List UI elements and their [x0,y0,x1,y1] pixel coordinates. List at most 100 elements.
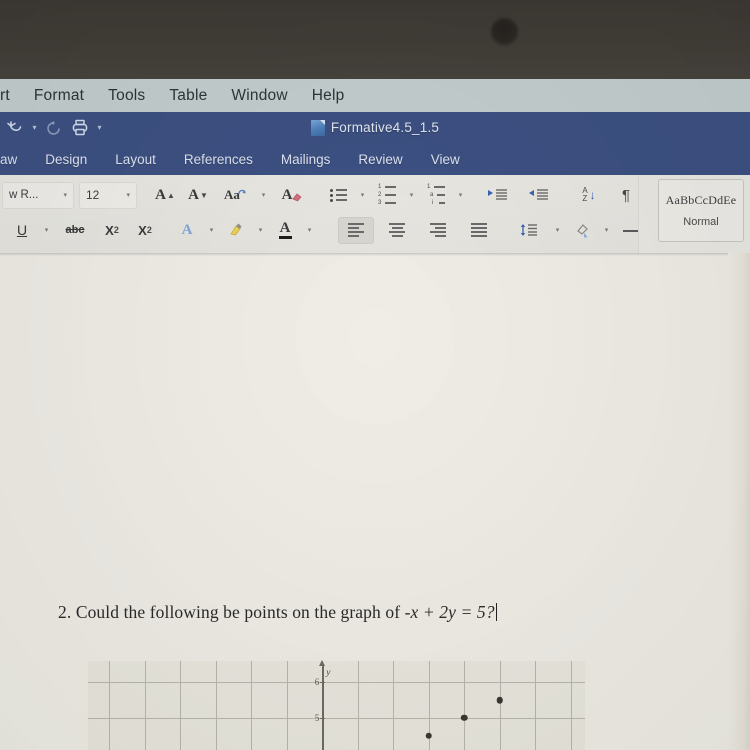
text-cursor [495,603,497,621]
style-normal-button[interactable]: AaBbCcDdEe Normal [658,179,744,242]
tab-mailings[interactable]: Mailings [267,152,345,167]
numbered-list-caret-icon[interactable]: ▾ [406,182,417,209]
grid-line-vertical [357,661,359,750]
highlight-button[interactable] [222,217,250,244]
align-right-button[interactable] [420,217,456,244]
font-name-combobox[interactable]: w R... ▾ [2,181,74,209]
y-axis-label: y [326,668,331,679]
redo-icon[interactable] [41,116,67,140]
decrease-indent-button[interactable] [480,182,516,209]
grid-line-vertical [286,661,288,750]
y-axis-tick-label: 5 [314,712,320,723]
grid-line-vertical [215,661,217,750]
print-icon[interactable] [67,116,93,140]
multilevel-list-caret-icon[interactable]: ▾ [455,182,466,209]
data-point [496,696,504,704]
question-text: Could the following be points on the gra… [75,602,405,622]
underline-label: U [16,222,28,238]
word-document-icon [310,119,325,136]
underline-button[interactable]: U [8,217,36,244]
document-canvas[interactable]: 2. Could the following be points on the … [0,253,750,750]
font-color-button[interactable]: A [271,217,299,244]
shrink-font-label: A [188,186,199,203]
underline-caret-icon[interactable]: ▾ [41,217,52,244]
title-bar: ▾ ▾ Formative4.5_1.5 [0,112,750,143]
grow-font-button[interactable]: A ▲ [151,182,179,209]
strikethrough-button[interactable]: abc [57,217,93,244]
y-axis-tick-label: 6 [314,677,320,688]
style-name-label: Normal [683,216,719,228]
webcam-icon [491,18,518,45]
tab-review[interactable]: Review [344,152,416,167]
data-point [425,732,433,740]
grid-line-vertical [180,661,182,750]
subscript-number: 2 [113,225,119,235]
tab-references[interactable]: References [170,152,267,167]
superscript-number: 2 [146,225,152,235]
grid-line-vertical [109,661,111,750]
font-size-value: 12 [86,188,100,202]
change-case-arrow-icon [238,189,246,194]
line-spacing-caret-icon[interactable]: ▾ [552,217,563,244]
show-formatting-marks-button[interactable]: ¶ [612,182,640,209]
bulleted-list-button[interactable] [324,182,352,209]
multilevel-list-icon: 1ai [427,184,445,206]
pilcrow-icon: ¶ [621,186,631,204]
grid-line-vertical [251,661,253,750]
tab-draw-partial[interactable]: aw [0,152,31,167]
text-effects-caret-icon[interactable]: ▾ [206,217,217,244]
tab-layout[interactable]: Layout [101,152,170,167]
text-effects-button[interactable]: A [173,217,201,244]
style-sample-text: AaBbCcDdEe [665,193,737,207]
change-case-dropdown-caret-icon[interactable]: ▾ [258,182,269,209]
grid-line-vertical [393,661,395,750]
coordinate-graph: -6-5-4-3-2-101234567-101234560xy [88,660,585,750]
menu-item-tools[interactable]: Tools [96,87,157,105]
subscript-button[interactable]: X2 [98,217,126,244]
font-color-caret-icon[interactable]: ▾ [304,217,315,244]
ribbon-tab-bar: aw Design Layout References Mailings Rev… [0,143,750,175]
numbered-list-button[interactable]: 123 [373,182,401,209]
laptop-bezel [0,0,750,79]
change-case-button[interactable]: Aa [217,182,253,209]
line-spacing-button[interactable] [511,217,547,244]
y-axis-tick [320,717,326,719]
tab-design[interactable]: Design [31,152,101,167]
superscript-button[interactable]: X2 [131,217,159,244]
undo-dropdown-caret-icon[interactable]: ▾ [28,116,41,140]
toolbar-overflow-caret-icon[interactable]: ▾ [93,116,106,140]
quick-access-toolbar: ▾ ▾ [0,116,106,140]
font-color-label: A [279,219,291,236]
increase-indent-icon [529,189,548,200]
shrink-font-button[interactable]: A ▼ [184,182,212,209]
menu-item-window[interactable]: Window [219,87,299,105]
sort-button[interactable]: A Z ↓ [571,182,607,209]
question-paragraph[interactable]: 2. Could the following be points on the … [58,602,497,623]
styles-gallery: AaBbCcDdEe Normal [638,175,750,253]
document-title: Formative4.5_1.5 [330,120,440,135]
multilevel-list-button[interactable]: 1ai [422,182,450,209]
align-left-button[interactable] [338,216,374,244]
justify-button[interactable] [461,217,497,244]
strikethrough-label: abc [65,224,85,236]
page-right-edge [728,253,750,750]
shading-button[interactable] [568,217,596,244]
borders-icon [622,229,640,232]
font-size-combobox[interactable]: 12 ▾ [79,181,137,209]
shading-caret-icon[interactable]: ▾ [601,217,612,244]
clear-formatting-button[interactable]: A [274,182,310,209]
undo-icon[interactable] [2,116,28,140]
font-color-swatch [278,235,292,239]
menu-item-table[interactable]: Table [157,87,219,105]
tab-view[interactable]: View [417,152,474,167]
menu-item-help[interactable]: Help [300,87,357,105]
menu-item-format[interactable]: Format [22,87,96,105]
menu-item-format-partial[interactable]: rt [0,87,22,105]
increase-indent-button[interactable] [521,182,557,209]
align-center-button[interactable] [379,217,415,244]
bulleted-list-caret-icon[interactable]: ▾ [357,182,368,209]
highlight-caret-icon[interactable]: ▾ [255,217,266,244]
sort-arrow-icon: ↓ [589,188,596,202]
grid-line-horizontal [88,717,585,719]
question-equation: -x + 2y = 5? [404,602,495,622]
